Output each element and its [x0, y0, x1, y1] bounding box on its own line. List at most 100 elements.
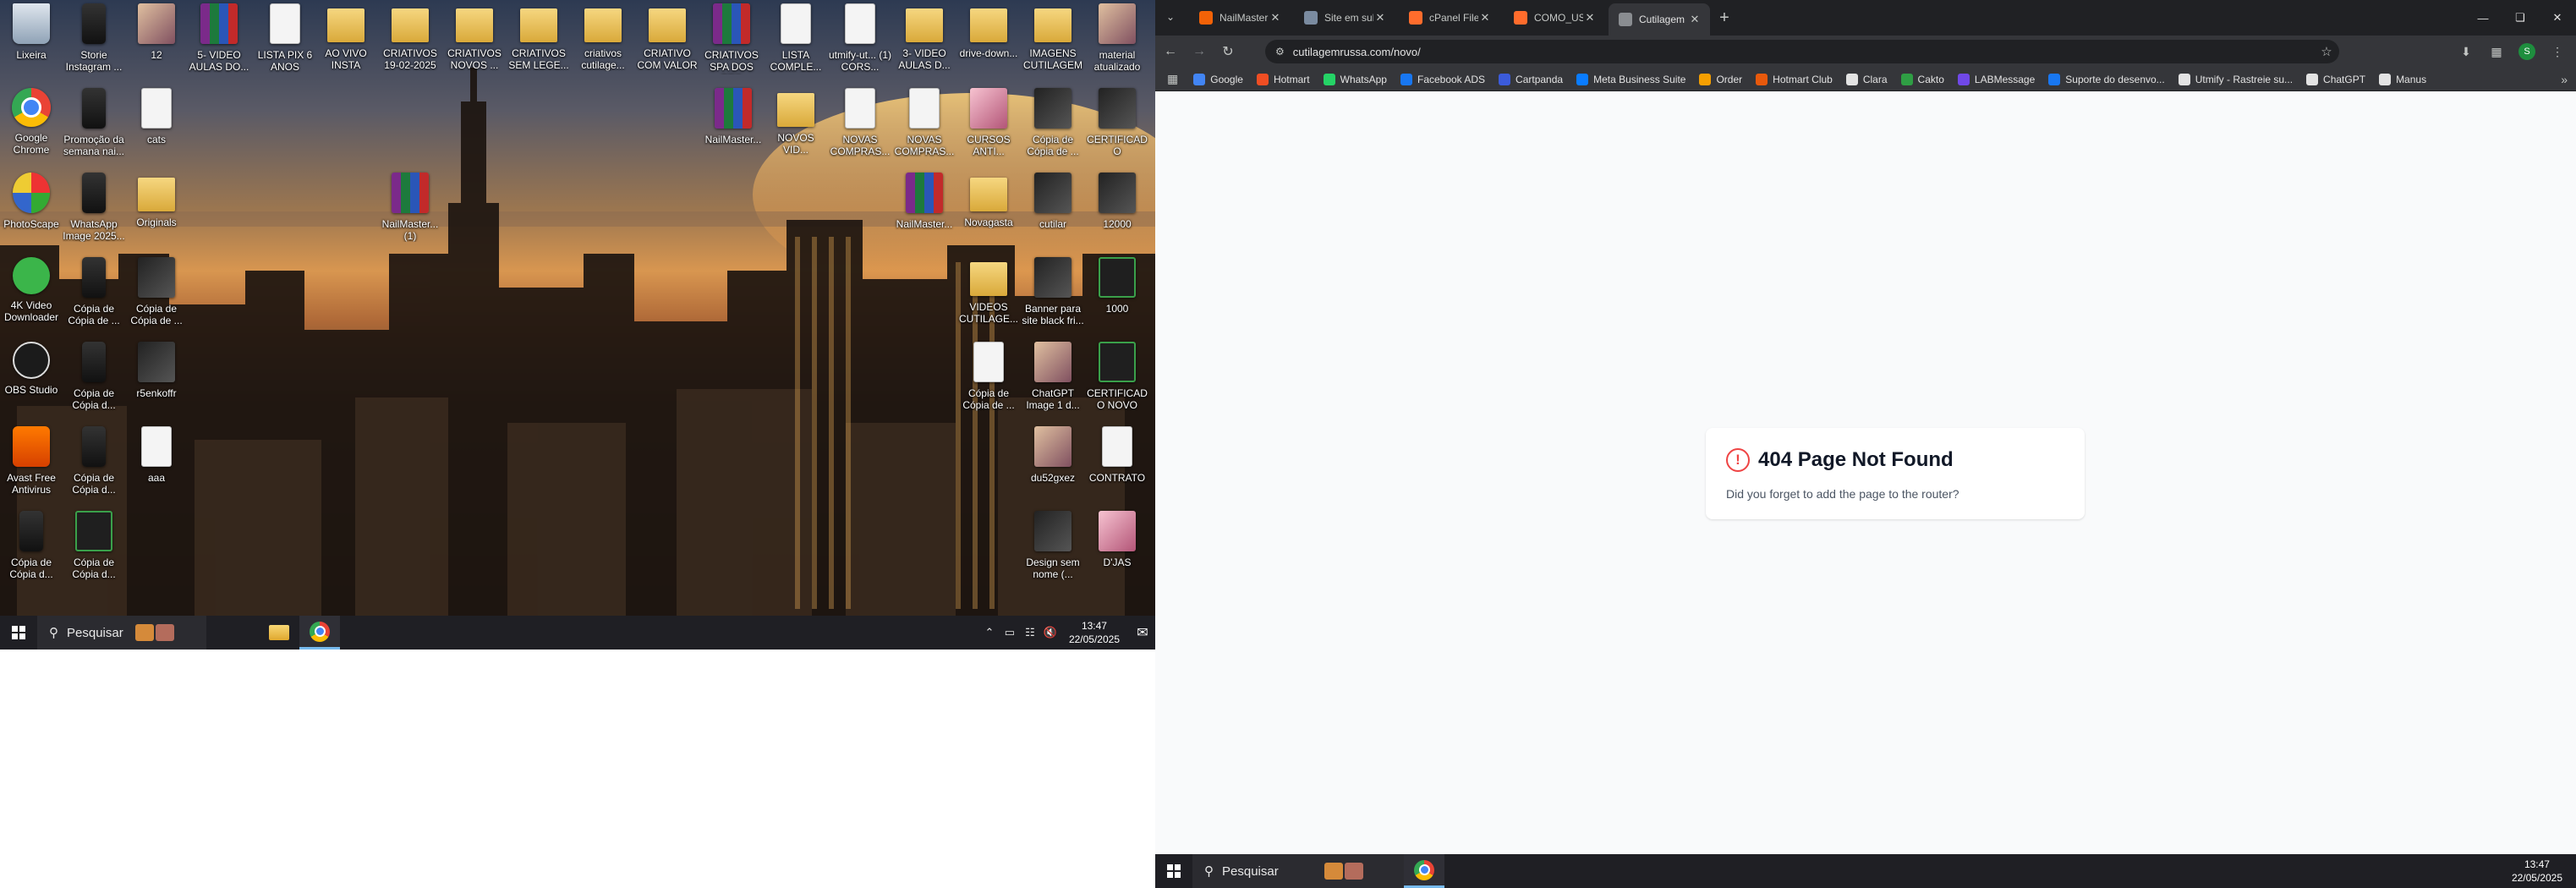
desktop-icon[interactable]: PhotoScape — [0, 169, 63, 250]
bookmark-item[interactable]: Meta Business Suite — [1570, 69, 1692, 90]
desktop-icon[interactable]: WhatsApp Image 2025... — [63, 169, 125, 250]
bookmark-item[interactable]: LABMessage — [1951, 69, 2042, 90]
tab-close-icon[interactable]: ✕ — [1583, 11, 1597, 25]
apps-grid-icon[interactable]: ▦ — [1160, 69, 1187, 90]
desktop-icon[interactable]: CRIATIVOS 19-02-2025 — [379, 0, 441, 81]
tab-close-icon[interactable]: ✕ — [1269, 11, 1282, 25]
bookmark-item[interactable]: Clara — [1839, 69, 1894, 90]
bookmark-item[interactable]: Manus — [2372, 69, 2433, 90]
extensions-icon[interactable]: ▦ — [2481, 38, 2512, 65]
desktop-icon[interactable]: 12 — [125, 0, 188, 81]
browser-tab[interactable]: Site em subpasta no cPanel ap✕ — [1294, 5, 1395, 30]
taskbar-file-explorer[interactable] — [259, 616, 299, 650]
desktop-icon[interactable]: Google Chrome — [0, 85, 63, 166]
minimize-icon[interactable]: — — [2464, 0, 2502, 36]
desktop-icon[interactable]: Cópia de Cópia d... — [0, 507, 63, 589]
desktop-icon[interactable]: Banner para site black fri... — [1022, 254, 1084, 335]
desktop-icon[interactable]: CRIATIVO COM VALOR — [636, 0, 699, 81]
close-icon[interactable]: ✕ — [2539, 0, 2576, 36]
bookmark-item[interactable]: Facebook ADS — [1394, 69, 1492, 90]
bookmark-item[interactable]: Utmify - Rastreie su... — [2172, 69, 2299, 90]
desktop-icon[interactable]: 1000 — [1086, 254, 1148, 335]
browser-tab[interactable]: cPanel File Manager v3✕ — [1399, 5, 1500, 30]
browser-tab[interactable]: Cutilagem Russa - Curso Profis✕ — [1609, 3, 1710, 36]
desktop-icon[interactable]: IMAGENS CUTILAGEM — [1022, 0, 1084, 81]
desktop-icon[interactable]: Storie Instagram ... — [63, 0, 125, 81]
bookmark-item[interactable]: Hotmart Club — [1749, 69, 1839, 90]
desktop-icon[interactable]: CERTIFICADO NOVO — [1086, 338, 1148, 419]
restore-icon[interactable]: ❏ — [2502, 0, 2539, 36]
desktop-icon[interactable]: LISTA COMPLE... — [765, 0, 827, 81]
bookmark-item[interactable]: WhatsApp — [1317, 69, 1394, 90]
desktop-icon[interactable]: Cópia de Cópia d... — [63, 507, 125, 589]
desktop-icon[interactable]: Cópia de Cópia de ... — [957, 338, 1020, 419]
bookmark-item[interactable]: Order — [1692, 69, 1749, 90]
battery-icon[interactable]: ▭ — [1000, 626, 1020, 639]
desktop-icon[interactable]: 3- VIDEO AULAS D... — [893, 0, 956, 81]
back-button[interactable]: ← — [1157, 38, 1184, 65]
desktop-icon[interactable]: drive-down... — [957, 0, 1020, 81]
desktop-icon[interactable]: LISTA PIX 6 ANOS — [254, 0, 316, 81]
taskbar-clock[interactable]: 13:47 22/05/2025 — [1069, 619, 1120, 646]
taskbar-chrome[interactable] — [299, 616, 340, 650]
address-bar[interactable]: ⚙ cutilagemrussa.com/novo/ ☆ — [1265, 40, 2339, 63]
desktop-icon[interactable]: CRIATIVOS SPA DOS PES — [700, 0, 763, 81]
desktop-icon[interactable]: 12000 — [1086, 169, 1148, 250]
tab-search-icon[interactable]: ⌄ — [1160, 7, 1181, 27]
start-button[interactable] — [0, 616, 37, 650]
new-tab-button[interactable]: + — [1713, 7, 1735, 29]
browser-tab[interactable]: COMO_USAR.txt - Gerenciador✕ — [1504, 5, 1605, 30]
desktop-icon[interactable]: Novagasta — [957, 169, 1020, 250]
bookmark-item[interactable]: Cartpanda — [1492, 69, 1570, 90]
desktop-icon[interactable]: CRIATIVOS NOVOS ... — [443, 0, 506, 81]
forward-button[interactable]: → — [1186, 38, 1213, 65]
profile-avatar[interactable]: S — [2518, 43, 2535, 60]
taskbar-clock[interactable]: 13:47 22/05/2025 — [2512, 858, 2562, 885]
taskbar-search[interactable]: ⚲ Pesquisar — [37, 616, 206, 650]
network-icon[interactable]: ☷ — [1020, 626, 1040, 639]
desktop-icon[interactable]: 4K Video Downloader — [0, 254, 63, 335]
desktop-icon[interactable]: NailMaster... — [702, 85, 765, 166]
desktop-icon[interactable]: Avast Free Antivirus — [0, 423, 63, 504]
desktop-icon[interactable]: OBS Studio — [0, 338, 63, 419]
bookmark-item[interactable]: Google — [1187, 69, 1250, 90]
taskbar-search[interactable]: ⚲ Pesquisar — [1192, 854, 1404, 888]
desktop-icon[interactable]: Cópia de Cópia de ... — [125, 254, 188, 335]
desktop-icon[interactable]: Promoção da semana nai... — [63, 85, 125, 166]
desktop-icon[interactable]: AO VIVO INSTA — [315, 0, 377, 81]
download-icon[interactable]: ⬇ — [2451, 38, 2481, 65]
desktop-icon[interactable]: NailMaster... (1) — [379, 169, 441, 250]
desktop-icon[interactable]: NOVAS COMPRAS... — [893, 85, 956, 166]
desktop-icon[interactable]: aaa — [125, 423, 188, 504]
taskbar-chrome[interactable] — [1404, 854, 1444, 888]
desktop-icon[interactable]: ChatGPT Image 1 d... — [1022, 338, 1084, 419]
desktop-icon[interactable]: material atualizado — [1086, 0, 1148, 81]
desktop-icon[interactable]: Cópia de Cópia de ... — [1022, 85, 1084, 166]
desktop-icon[interactable]: Cópia de Cópia de ... — [63, 254, 125, 335]
site-info-icon[interactable]: ⚙ — [1275, 46, 1285, 58]
notification-icon[interactable]: ✉ — [1130, 616, 1155, 650]
desktop-icon[interactable]: 5- VIDEO AULAS DO... — [188, 0, 250, 81]
bookmark-item[interactable]: Hotmart — [1250, 69, 1317, 90]
desktop-icon[interactable]: NOVOS VID... — [765, 85, 827, 166]
desktop-icon[interactable]: NOVAS COMPRAS... — [829, 85, 891, 166]
desktop-icon[interactable]: r5enkoffr — [125, 338, 188, 419]
desktop-icon[interactable]: Originals — [125, 169, 188, 250]
desktop-icon[interactable]: CERTIFICADO — [1086, 85, 1148, 166]
desktop-icon[interactable]: utmify-ut... (1) CORS... — [829, 0, 891, 81]
desktop-icon[interactable]: CRIATIVOS SEM LEGE... — [507, 0, 570, 81]
bookmark-item[interactable]: Cakto — [1894, 69, 1951, 90]
desktop-icon[interactable]: Lixeira — [0, 0, 63, 81]
start-button[interactable] — [1155, 854, 1192, 888]
desktop-icon[interactable]: Design sem nome (... — [1022, 507, 1084, 589]
desktop-icon[interactable]: D'JAS — [1086, 507, 1148, 589]
volume-muted-icon[interactable]: 🔇 — [1040, 626, 1061, 639]
bookmark-star-icon[interactable]: ☆ — [2314, 44, 2339, 59]
reload-button[interactable]: ↻ — [1214, 38, 1241, 65]
desktop-icon[interactable]: CURSOS ANTI... — [957, 85, 1020, 166]
chevron-up-icon[interactable]: ⌃ — [979, 626, 1000, 639]
bookmark-item[interactable]: Suporte do desenvo... — [2042, 69, 2171, 90]
tab-close-icon[interactable]: ✕ — [1373, 11, 1387, 25]
desktop-icon[interactable]: cats — [125, 85, 188, 166]
bookmarks-overflow-icon[interactable]: » — [2561, 73, 2568, 86]
